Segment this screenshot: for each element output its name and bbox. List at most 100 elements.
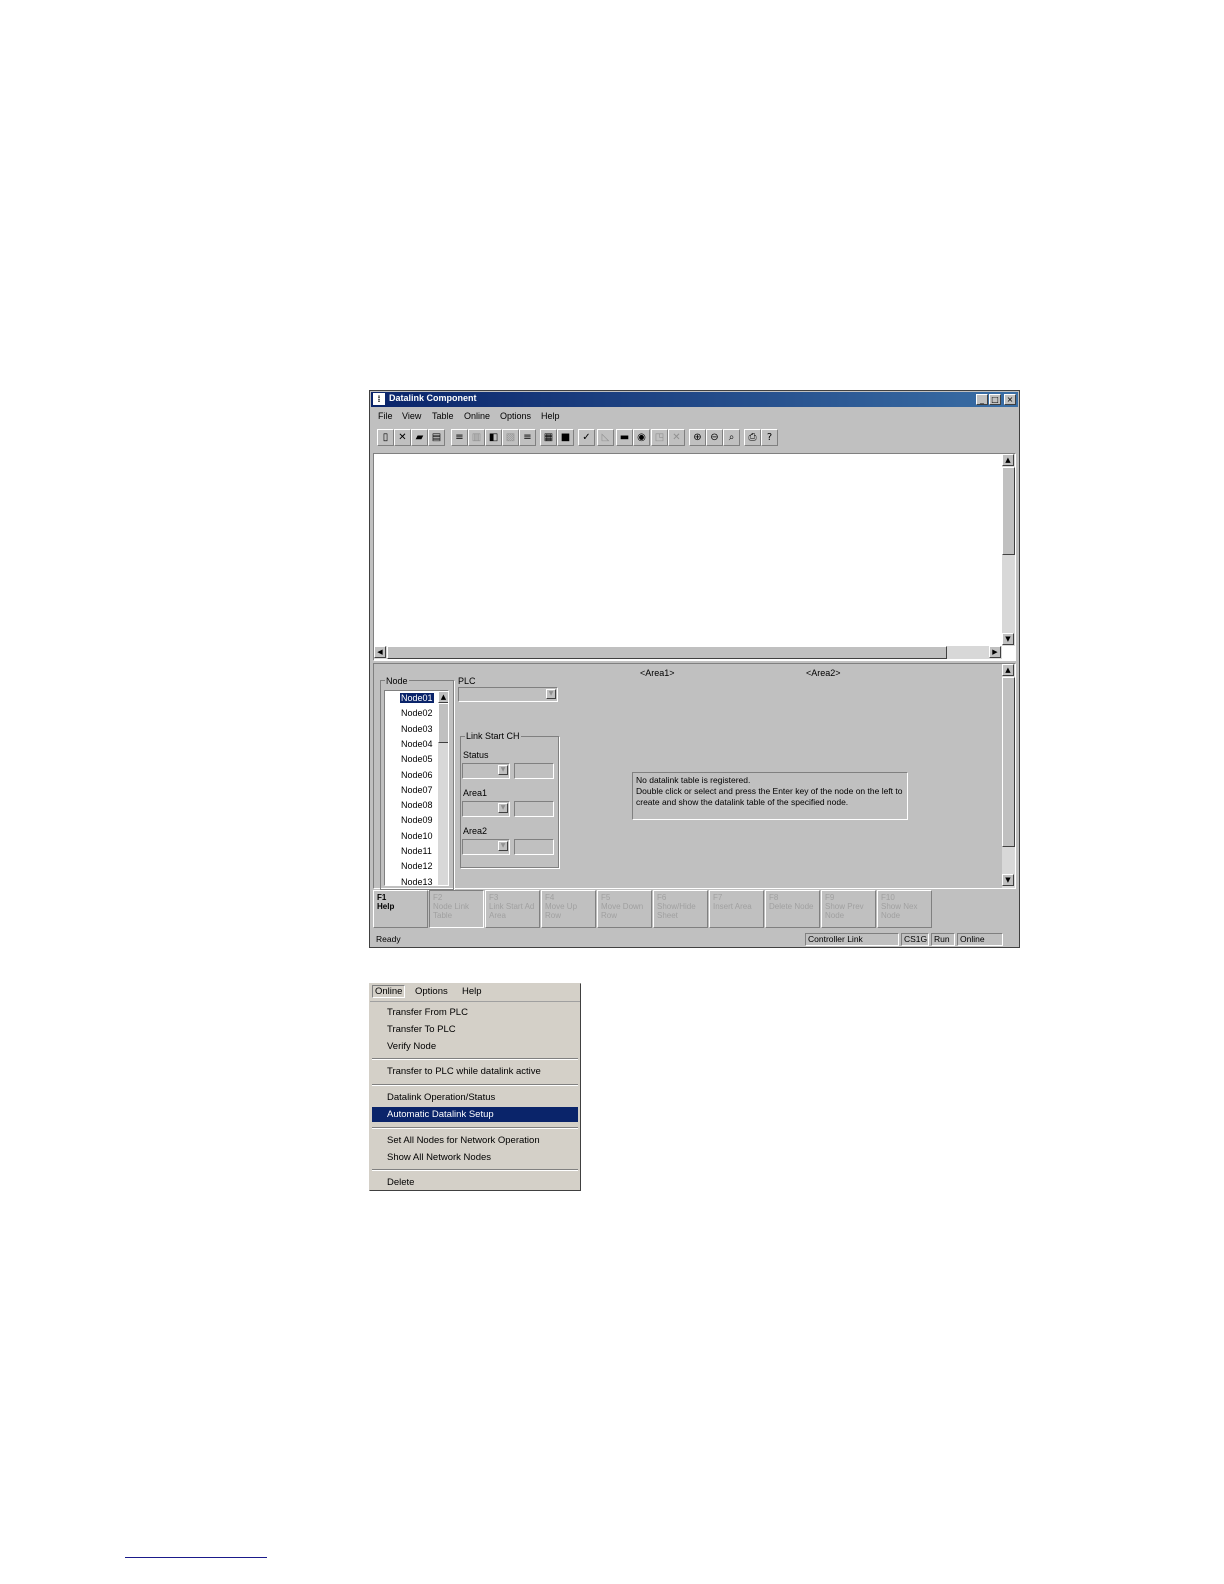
tool-icon[interactable]: ▥ <box>468 429 485 446</box>
node-list-item[interactable]: Node02 <box>401 708 433 718</box>
node-list-item[interactable]: Node07 <box>401 785 433 795</box>
menu-item[interactable]: Automatic Datalink Setup <box>372 1107 578 1122</box>
table-view-pane[interactable]: ▲ ▼ ◀ ▶ <box>373 453 1016 661</box>
fkey-f10-button[interactable]: F10 Show Nex Node <box>877 890 932 928</box>
menu-table[interactable]: Table <box>432 411 454 421</box>
fkey-f2-button[interactable]: F2 Node Link Table <box>429 890 484 928</box>
tool-icon[interactable]: ≡ <box>451 429 468 446</box>
scroll-up-icon[interactable]: ▲ <box>1002 664 1014 676</box>
node-list-item[interactable]: Node08 <box>401 800 433 810</box>
chevron-down-icon[interactable]: ▼ <box>498 841 508 851</box>
status-connection: Online <box>957 933 1003 946</box>
fkey-f4-button[interactable]: F4 Move Up Row <box>541 890 596 928</box>
tool-icon[interactable]: ▦ <box>540 429 557 446</box>
node-list-item[interactable]: Node06 <box>401 770 433 780</box>
menu-item[interactable]: Datalink Operation/Status <box>372 1090 578 1105</box>
save-icon[interactable]: ▤ <box>428 429 445 446</box>
menu-online[interactable]: Online <box>372 985 406 998</box>
area2-address-field[interactable] <box>514 839 554 855</box>
menu-item[interactable]: Delete <box>372 1175 578 1190</box>
node-list-item[interactable]: Node12 <box>401 861 433 871</box>
scroll-down-icon[interactable]: ▼ <box>1002 874 1014 886</box>
node-list-item[interactable]: Node04 <box>401 739 433 749</box>
area1-address-field[interactable] <box>514 801 554 817</box>
scroll-left-icon[interactable]: ◀ <box>374 646 386 658</box>
node-list-item[interactable]: Node03 <box>401 724 433 734</box>
node-list-item[interactable]: Node10 <box>401 831 433 841</box>
tool-icon[interactable]: ◧ <box>485 429 502 446</box>
vertical-scrollbar[interactable]: ▲ ▼ <box>1002 454 1015 646</box>
fkey-label: Link Start Ad Area <box>489 902 535 920</box>
status-area-select[interactable]: ▼ <box>462 763 510 779</box>
menu-item[interactable]: Transfer To PLC <box>372 1022 578 1037</box>
open-icon[interactable]: ▰ <box>411 429 428 446</box>
scroll-thumb[interactable] <box>1002 467 1015 555</box>
area1-area-select[interactable]: ▼ <box>462 801 510 817</box>
scroll-thumb[interactable] <box>438 703 448 743</box>
scroll-thumb[interactable] <box>1002 677 1015 847</box>
area2-area-select[interactable]: ▼ <box>462 839 510 855</box>
area2-label: Area2 <box>463 826 488 836</box>
menu-item[interactable]: Show All Network Nodes <box>372 1150 578 1165</box>
fkey-f3-button[interactable]: F3 Link Start Ad Area <box>485 890 540 928</box>
chevron-down-icon[interactable]: ▼ <box>546 689 556 699</box>
online-icon[interactable]: ◉ <box>633 429 650 446</box>
zoom-icon[interactable]: ⌕ <box>723 429 740 446</box>
chevron-down-icon[interactable]: ▼ <box>498 803 508 813</box>
maximize-button[interactable]: □ <box>989 394 1001 405</box>
title-bar: ⁞ Datalink Component _ □ × <box>371 392 1018 407</box>
delete-icon[interactable]: ✕ <box>394 429 411 446</box>
menu-file[interactable]: File <box>378 411 393 421</box>
node-list-scrollbar[interactable]: ▲ <box>438 691 448 885</box>
fkey-f6-button[interactable]: F6 Show/Hide Sheet <box>653 890 708 928</box>
zoom-out-icon[interactable]: ⊖ <box>706 429 723 446</box>
menu-help[interactable]: Help <box>462 986 482 997</box>
cancel-icon[interactable]: ✕ <box>668 429 685 446</box>
new-icon[interactable]: ▯ <box>377 429 394 446</box>
tool-icon[interactable]: ◺ <box>597 429 614 446</box>
print-icon[interactable]: ⎙ <box>744 429 761 446</box>
fkey-f9-button[interactable]: F9 Show Prev Node <box>821 890 876 928</box>
tool-icon[interactable]: ▬ <box>616 429 633 446</box>
check-icon[interactable]: ✓ <box>578 429 595 446</box>
status-address-field[interactable] <box>514 763 554 779</box>
node-list-item[interactable]: Node11 <box>401 846 432 856</box>
menu-help[interactable]: Help <box>541 411 560 421</box>
menu-options[interactable]: Options <box>415 986 448 997</box>
tool-icon[interactable]: ≡ <box>519 429 536 446</box>
node-list-item[interactable]: Node05 <box>401 754 433 764</box>
fkey-label: Delete Node <box>769 902 814 911</box>
node-list-item[interactable]: Node13 <box>401 877 433 885</box>
fkey-f5-button[interactable]: F5 Move Down Row <box>597 890 652 928</box>
menu-item[interactable]: Transfer From PLC <box>372 1005 578 1020</box>
lower-vertical-scrollbar[interactable]: ▲ ▼ <box>1002 664 1015 888</box>
menu-online[interactable]: Online <box>464 411 490 421</box>
plc-select[interactable]: ▼ <box>458 687 558 702</box>
help-icon[interactable]: ? <box>761 429 778 446</box>
chevron-down-icon[interactable]: ▼ <box>498 765 508 775</box>
scroll-down-icon[interactable]: ▼ <box>1002 633 1014 645</box>
node-list[interactable]: ▲ Node01 Node02 Node03 Node04 Node05 Node06 No… <box>384 690 449 886</box>
close-button[interactable]: × <box>1004 394 1016 405</box>
tool-icon[interactable]: ■ <box>557 429 574 446</box>
scroll-thumb-h[interactable] <box>387 646 947 659</box>
horizontal-scrollbar[interactable]: ◀ ▶ <box>374 646 1002 659</box>
menu-options[interactable]: Options <box>500 411 531 421</box>
scroll-up-icon[interactable]: ▲ <box>1002 454 1014 466</box>
scroll-up-icon[interactable]: ▲ <box>438 691 448 703</box>
fkey-f7-button[interactable]: F7 Insert Area <box>709 890 764 928</box>
menu-item[interactable]: Set All Nodes for Network Operation <box>372 1133 578 1148</box>
fkey-f8-button[interactable]: F8 Delete Node <box>765 890 820 928</box>
scroll-right-icon[interactable]: ▶ <box>989 646 1001 658</box>
fkey-f1-button[interactable]: F1 Help <box>373 890 428 928</box>
tool-icon[interactable]: ◳ <box>651 429 668 446</box>
node-list-item[interactable]: Node09 <box>401 815 433 825</box>
node-list-item[interactable]: Node01 <box>399 692 435 704</box>
menu-item[interactable]: Verify Node <box>372 1039 578 1054</box>
menu-item[interactable]: Transfer to PLC while datalink active <box>372 1064 578 1079</box>
menu-view[interactable]: View <box>402 411 421 421</box>
minimize-button[interactable]: _ <box>976 394 988 405</box>
tool-icon[interactable]: ▧ <box>502 429 519 446</box>
app-icon[interactable]: ⁞ <box>373 393 385 405</box>
zoom-in-icon[interactable]: ⊕ <box>689 429 706 446</box>
